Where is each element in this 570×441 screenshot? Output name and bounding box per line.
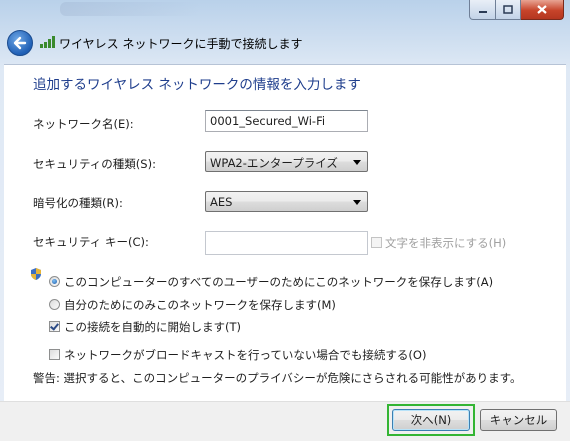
maximize-button[interactable] xyxy=(496,0,521,20)
hide-characters-checkbox[interactable] xyxy=(371,237,382,248)
save-me-only-radio[interactable] xyxy=(49,299,60,310)
minimize-button[interactable] xyxy=(469,0,496,20)
wizard-window: ワイヤレス ネットワークに手動で接続します 追加するワイヤレス ネットワークの情… xyxy=(0,0,570,441)
save-all-users-label: このコンピューターのすべてのユーザーのためにこのネットワークを保存します(A) xyxy=(64,275,494,289)
wizard-header: ワイヤレス ネットワークに手動で接続します xyxy=(0,22,570,62)
shield-icon xyxy=(31,268,41,280)
title-bar-blur xyxy=(60,2,200,16)
back-arrow-icon xyxy=(13,36,27,50)
dropdown-arrow-icon xyxy=(353,200,361,205)
close-button[interactable] xyxy=(521,0,564,20)
security-type-label: セキュリティの種類(S): xyxy=(33,157,156,171)
connect-hidden-checkbox[interactable] xyxy=(49,349,60,360)
window-controls xyxy=(469,0,564,20)
title-bar xyxy=(0,0,570,22)
cancel-button[interactable]: キャンセル xyxy=(480,409,557,431)
save-all-users-radio[interactable] xyxy=(49,276,60,287)
window-title: ワイヤレス ネットワークに手動で接続します xyxy=(59,37,303,51)
wifi-signal-icon xyxy=(40,36,55,48)
auto-connect-checkbox[interactable] xyxy=(49,321,60,332)
security-type-select[interactable]: WPA2-エンタープライズ xyxy=(205,151,368,172)
network-name-input[interactable]: 0001_Secured_Wi-Fi xyxy=(205,110,368,132)
security-key-input[interactable] xyxy=(205,231,368,255)
security-type-value: WPA2-エンタープライズ xyxy=(210,156,338,170)
encryption-type-value: AES xyxy=(210,195,233,209)
hide-characters-label: 文字を非表示にする(H) xyxy=(385,236,507,250)
wizard-content: 追加するワイヤレス ネットワークの情報を入力します ネットワーク名(E): 00… xyxy=(4,64,566,402)
page-heading: 追加するワイヤレス ネットワークの情報を入力します xyxy=(33,77,361,93)
auto-connect-label: この接続を自動的に開始します(T) xyxy=(64,320,241,334)
security-key-label: セキュリティ キー(C): xyxy=(33,235,149,249)
wizard-footer: 次へ(N) キャンセル xyxy=(0,401,570,441)
encryption-type-select[interactable]: AES xyxy=(205,191,368,212)
save-me-only-label: 自分のためにのみこのネットワークを保存します(M) xyxy=(64,298,336,312)
privacy-warning-text: 警告: 選択すると、このコンピューターのプライバシーが危険にさらされる可能性があ… xyxy=(33,371,522,385)
connect-hidden-label: ネットワークがブロードキャストを行っていない場合でも接続する(O) xyxy=(64,348,427,362)
minimize-icon xyxy=(478,10,487,13)
dropdown-arrow-icon xyxy=(353,160,361,165)
network-name-label: ネットワーク名(E): xyxy=(33,117,134,131)
next-button[interactable]: 次へ(N) xyxy=(392,409,470,431)
back-button[interactable] xyxy=(7,30,33,56)
maximize-icon xyxy=(503,5,513,14)
encryption-type-label: 暗号化の種類(R): xyxy=(33,196,123,210)
close-icon xyxy=(537,5,547,14)
